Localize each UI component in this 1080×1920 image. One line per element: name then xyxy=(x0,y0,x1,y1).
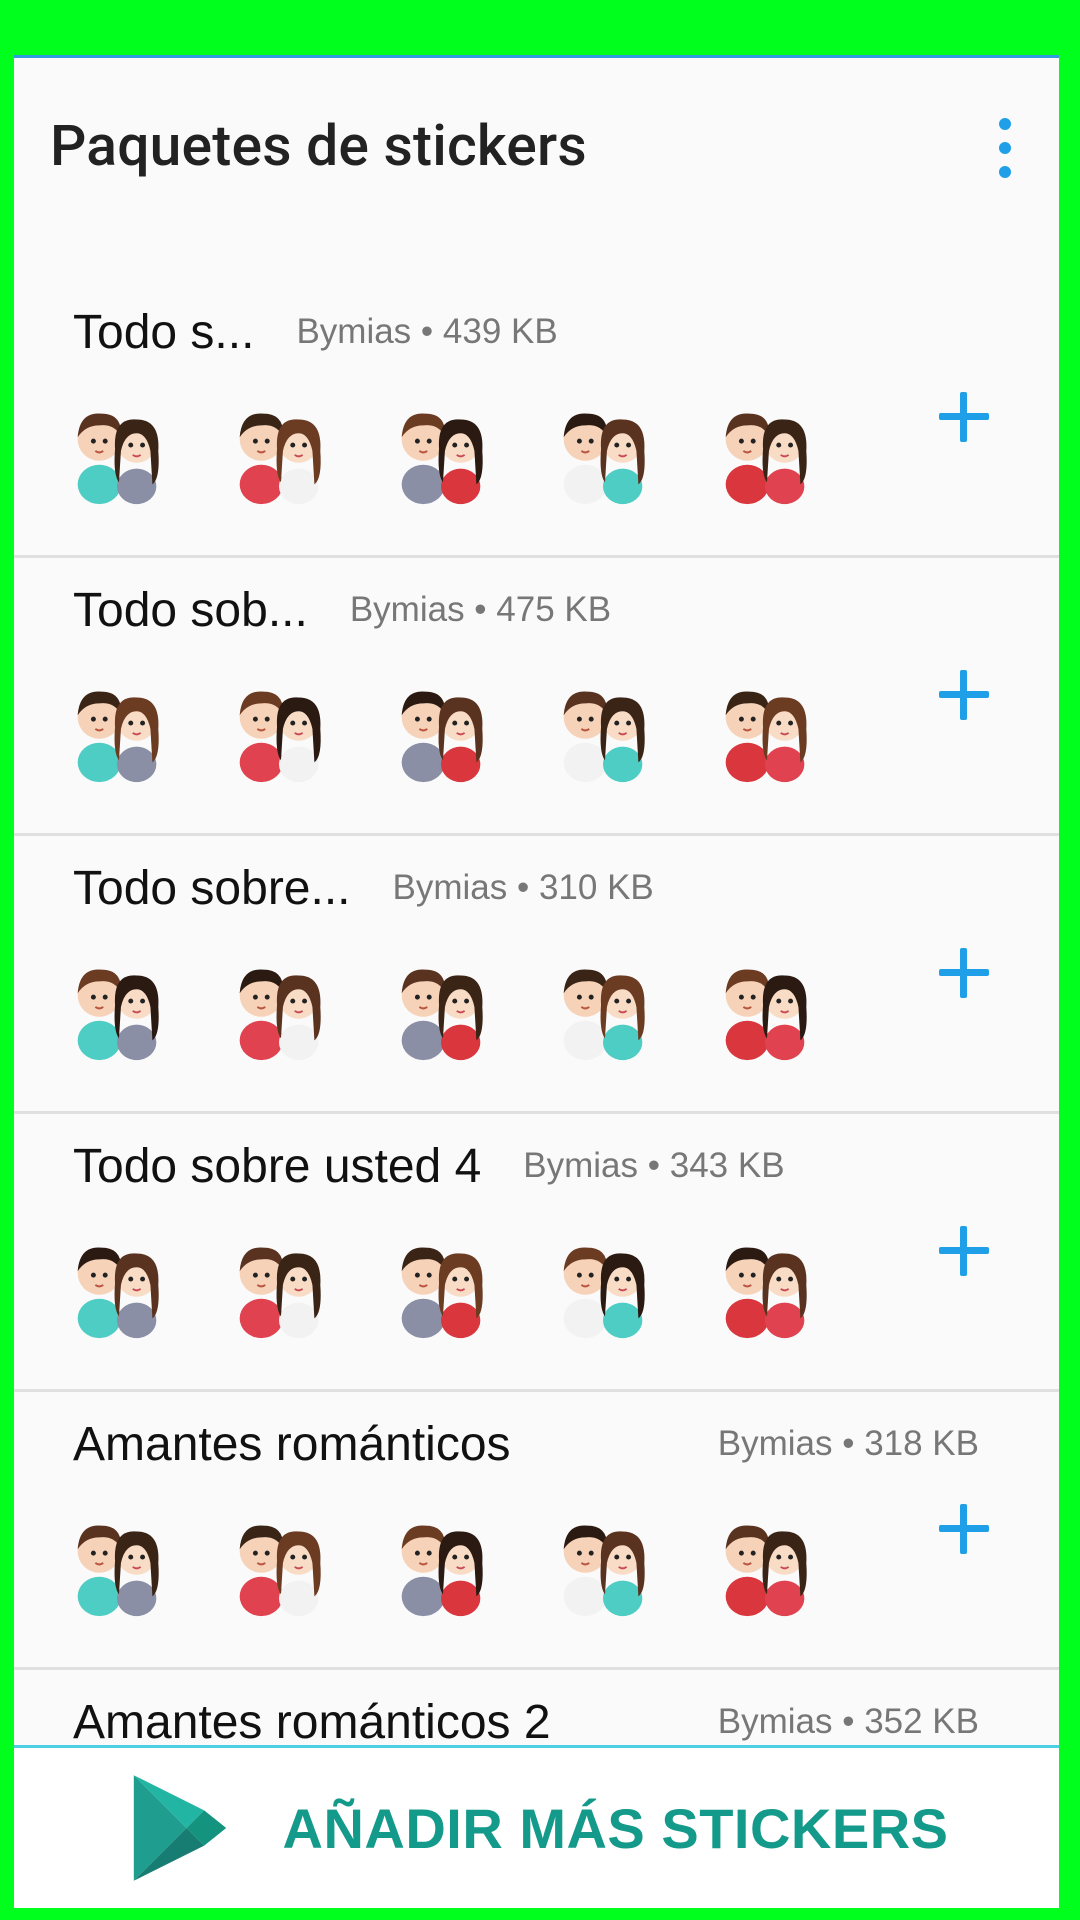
sticker-thumbnail xyxy=(58,1224,176,1342)
sticker-thumbnail xyxy=(544,1224,662,1342)
pack-publisher: Bymias xyxy=(296,312,412,351)
pack-name: Todo s... xyxy=(73,305,255,359)
sticker-thumbnail xyxy=(706,390,824,508)
pack-header: Amantes románticos Bymias • 318 KB xyxy=(73,1414,979,1474)
sticker-thumbnail xyxy=(220,1224,338,1342)
sticker-pack-row[interactable]: Todo sob... Bymias • 475 KB xyxy=(14,558,1059,836)
page-title: Paquetes de stickers xyxy=(50,112,587,179)
pack-publisher: Bymias xyxy=(717,1424,833,1463)
meta-separator: • xyxy=(832,1702,865,1741)
pack-size: 439 KB xyxy=(442,312,558,351)
sticker-thumbnail xyxy=(58,1502,176,1620)
pack-name: Todo sobre usted 4 xyxy=(73,1139,482,1193)
pack-size: 310 KB xyxy=(538,868,654,907)
pack-publisher: Bymias xyxy=(392,868,508,907)
pack-meta: Bymias • 318 KB xyxy=(718,1424,979,1464)
more-vert-dot xyxy=(999,142,1011,154)
sticker-thumbnail xyxy=(544,1502,662,1620)
sticker-thumbnail xyxy=(382,946,500,1064)
pack-publisher: Bymias xyxy=(523,1146,639,1185)
pack-list: Todo s... Bymias • 439 KB Todo sob... By… xyxy=(14,280,1059,1908)
sticker-packs-screen: Paquetes de stickers Todo s... Bymias • 4… xyxy=(14,55,1059,1908)
sticker-thumbnail xyxy=(382,668,500,786)
pack-publisher: Bymias xyxy=(717,1702,833,1741)
pack-header: Amantes románticos 2 Bymias • 352 KB xyxy=(73,1692,979,1752)
plus-icon[interactable] xyxy=(939,392,989,442)
pack-meta: Bymias • 352 KB xyxy=(718,1702,979,1742)
pack-name: Todo sob... xyxy=(73,583,308,637)
more-vert-icon xyxy=(999,118,1011,130)
sticker-previews xyxy=(58,1224,824,1342)
sticker-pack-row[interactable]: Todo s... Bymias • 439 KB xyxy=(14,280,1059,558)
meta-separator: • xyxy=(507,868,539,907)
more-vert-dot xyxy=(999,166,1011,178)
pack-name: Amantes románticos xyxy=(73,1417,511,1471)
pack-size: 352 KB xyxy=(864,1702,979,1741)
sticker-pack-row[interactable]: Todo sobre usted 4 Bymias • 343 KB xyxy=(14,1114,1059,1392)
sticker-thumbnail xyxy=(220,668,338,786)
sticker-thumbnail xyxy=(220,390,338,508)
sticker-thumbnail xyxy=(544,390,662,508)
meta-separator: • xyxy=(832,1424,865,1463)
sticker-thumbnail xyxy=(58,668,176,786)
plus-icon[interactable] xyxy=(939,948,989,998)
meta-separator: • xyxy=(638,1146,670,1185)
meta-separator: • xyxy=(411,312,443,351)
pack-meta: Bymias • 343 KB xyxy=(523,1146,784,1186)
meta-separator: • xyxy=(464,590,497,629)
pack-header: Todo sobre... Bymias • 310 KB xyxy=(73,858,979,918)
sticker-thumbnail xyxy=(706,946,824,1064)
sticker-pack-row[interactable]: Amantes románticos Bymias • 318 KB xyxy=(14,1392,1059,1670)
sticker-thumbnail xyxy=(706,668,824,786)
pack-header: Todo sobre usted 4 Bymias • 343 KB xyxy=(73,1136,979,1196)
pack-size: 343 KB xyxy=(669,1146,785,1185)
plus-icon[interactable] xyxy=(939,1226,989,1276)
pack-name: Todo sobre... xyxy=(73,861,351,915)
sticker-thumbnail xyxy=(706,1224,824,1342)
pack-size: 318 KB xyxy=(864,1424,979,1463)
pack-header: Todo sob... Bymias • 475 KB xyxy=(73,580,979,640)
more-options-button[interactable] xyxy=(985,118,1025,178)
sticker-thumbnail xyxy=(382,390,500,508)
sticker-thumbnail xyxy=(58,946,176,1064)
app-bar: Paquetes de stickers xyxy=(14,58,1059,228)
sticker-thumbnail xyxy=(220,1502,338,1620)
sticker-thumbnail xyxy=(544,668,662,786)
pack-meta: Bymias • 310 KB xyxy=(393,868,654,908)
add-more-stickers-button[interactable]: AÑADIR MÁS STICKERS xyxy=(14,1745,1059,1908)
play-store-icon xyxy=(133,1775,226,1881)
sticker-pack-row[interactable]: Todo sobre... Bymias • 310 KB xyxy=(14,836,1059,1114)
sticker-thumbnail xyxy=(382,1224,500,1342)
add-more-stickers-label: AÑADIR MÁS STICKERS xyxy=(282,1796,949,1860)
plus-icon[interactable] xyxy=(939,670,989,720)
sticker-thumbnail xyxy=(382,1502,500,1620)
sticker-thumbnail xyxy=(544,946,662,1064)
sticker-thumbnail xyxy=(220,946,338,1064)
sticker-previews xyxy=(58,946,824,1064)
sticker-previews xyxy=(58,1502,824,1620)
pack-meta: Bymias • 475 KB xyxy=(350,590,611,630)
pack-size: 475 KB xyxy=(496,590,612,629)
pack-publisher: Bymias xyxy=(349,590,465,629)
pack-name: Amantes románticos 2 xyxy=(73,1695,551,1749)
sticker-previews xyxy=(58,668,824,786)
sticker-thumbnail xyxy=(58,390,176,508)
pack-header: Todo s... Bymias • 439 KB xyxy=(73,302,979,362)
sticker-previews xyxy=(58,390,824,508)
pack-meta: Bymias • 439 KB xyxy=(296,312,557,352)
sticker-thumbnail xyxy=(706,1502,824,1620)
plus-icon[interactable] xyxy=(939,1504,989,1554)
